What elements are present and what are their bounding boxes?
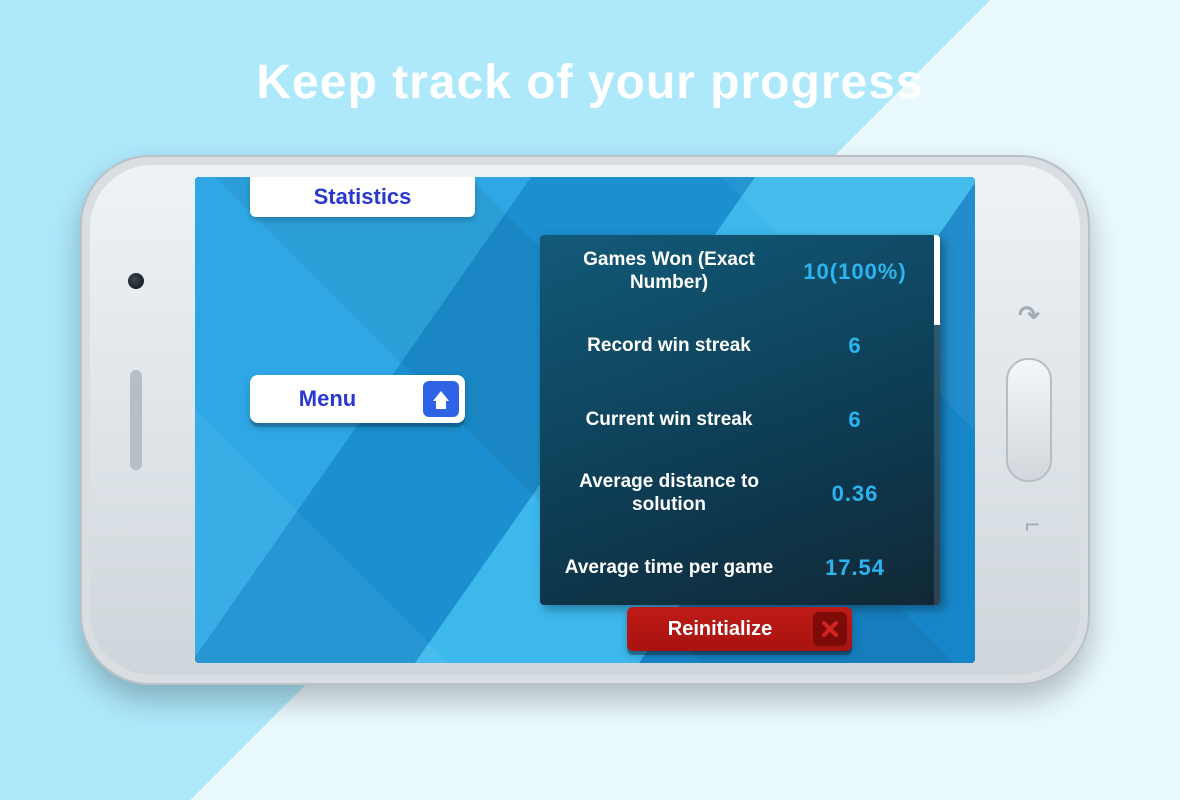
phone-camera <box>128 273 144 289</box>
menu-button-label: Menu <box>250 386 405 412</box>
stat-row: Average distance to solution 0.36 <box>540 457 940 531</box>
stats-panel: Games Won (Exact Number) 10(100%) Record… <box>540 235 940 605</box>
phone-mockup: ↶ ⌐ Statistics Menu Games Won (Exact Num… <box>80 155 1090 685</box>
stat-value: 17.54 <box>784 555 926 581</box>
menu-button[interactable]: Menu <box>250 375 465 423</box>
statistics-tab[interactable]: Statistics <box>250 177 475 217</box>
promo-background: Keep track of your progress ↶ ⌐ Statisti… <box>0 0 1180 800</box>
stat-value: 10(100%) <box>784 259 926 285</box>
promo-headline: Keep track of your progress <box>0 55 1180 110</box>
app-screen: Statistics Menu Games Won (Exact Number)… <box>195 177 975 663</box>
panel-scrollbar[interactable] <box>934 235 940 605</box>
stat-row: Current win streak 6 <box>540 383 940 457</box>
stat-row: Games Won (Exact Number) 10(100%) <box>540 235 940 309</box>
stat-value: 0.36 <box>784 481 926 507</box>
home-icon <box>423 381 459 417</box>
statistics-tab-label: Statistics <box>314 184 412 210</box>
phone-home-button <box>1006 358 1052 482</box>
scrollbar-thumb[interactable] <box>934 235 940 325</box>
stat-label: Record win streak <box>554 335 784 358</box>
back-icon: ↶ <box>1018 300 1040 331</box>
stat-value: 6 <box>784 333 926 359</box>
reinitialize-button[interactable]: Reinitialize <box>627 607 852 651</box>
stat-label: Average distance to solution <box>554 471 784 517</box>
stat-label: Average time per game <box>554 557 784 580</box>
stat-label: Games Won (Exact Number) <box>554 249 784 295</box>
stat-row: Average time per game 17.54 <box>540 531 940 605</box>
stat-row: Record win streak 6 <box>540 309 940 383</box>
recent-icon: ⌐ <box>1025 509 1040 540</box>
stat-value: 6 <box>784 407 926 433</box>
phone-speaker <box>130 370 142 470</box>
stat-label: Current win streak <box>554 409 784 432</box>
close-icon <box>813 612 847 646</box>
reinitialize-label: Reinitialize <box>627 618 813 641</box>
